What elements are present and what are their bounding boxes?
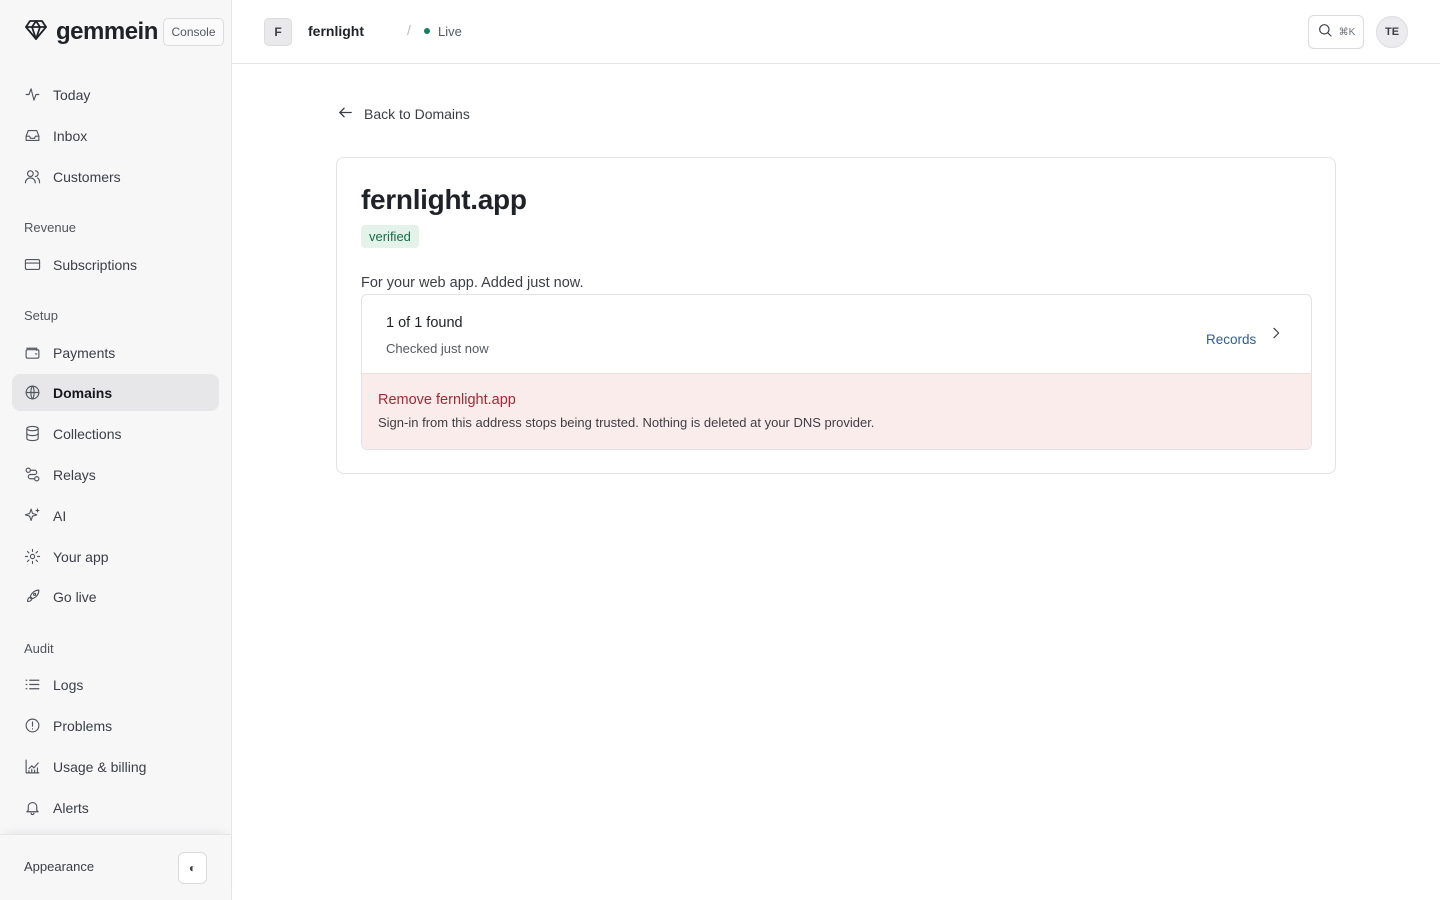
environment-status-dot: [424, 28, 430, 34]
globe-icon: [24, 384, 41, 401]
database-icon: [24, 425, 41, 442]
sidebar-item-label: Problems: [53, 717, 113, 734]
search-button[interactable]: ⌘K: [1308, 15, 1364, 49]
sidebar-item-today[interactable]: Today: [12, 76, 219, 113]
sidebar-item-label: Your app: [53, 548, 109, 565]
sidebar-item-your-app[interactable]: Your app: [12, 538, 219, 575]
section-label-setup: Setup: [24, 308, 58, 323]
sidebar-item-alerts[interactable]: Alerts: [12, 789, 219, 826]
list-icon: [24, 676, 41, 693]
sidebar-item-relays[interactable]: Relays: [12, 456, 219, 493]
arrow-left-icon: [337, 104, 364, 124]
gem-icon: [24, 18, 48, 47]
sidebar-footer: Appearance ◐: [0, 834, 231, 900]
brand-name: gemmein: [56, 18, 158, 45]
topbar: F fernlight / Live ⌘K TE: [232, 0, 1440, 64]
environment-label[interactable]: Live: [438, 24, 462, 39]
inbox-icon: [24, 127, 41, 144]
sidebar-item-domains[interactable]: Domains: [12, 374, 219, 411]
sidebar-item-label: Today: [53, 86, 91, 103]
page-title: fernlight.app: [361, 184, 527, 215]
section-label-revenue: Revenue: [24, 220, 77, 235]
sidebar-item-label: Relays: [53, 466, 96, 483]
alert-circle-icon: [24, 717, 41, 734]
remove-domain-description: Sign-in from this address stops being tr…: [378, 415, 875, 430]
user-avatar[interactable]: TE: [1376, 16, 1408, 48]
sidebar-item-label: Payments: [53, 344, 116, 361]
sparkles-icon: [24, 507, 41, 524]
records-link[interactable]: Records: [1206, 332, 1256, 347]
sidebar-item-usage-billing[interactable]: Usage & billing: [12, 748, 219, 785]
search-shortcut: ⌘K: [1338, 26, 1356, 38]
records-found-count: 1 of 1 found: [386, 315, 463, 331]
domain-card: fernlight.app verified For your web app.…: [336, 157, 1336, 474]
remove-domain-button[interactable]: Remove fernlight.app: [378, 392, 516, 408]
brand-logo[interactable]: gemmein: [24, 16, 158, 48]
credit-card-icon: [24, 256, 41, 273]
chart-icon: [24, 758, 41, 775]
wallet-icon: [24, 344, 41, 361]
sidebar-item-label: Customers: [53, 168, 121, 185]
sidebar-item-collections[interactable]: Collections: [12, 415, 219, 452]
users-icon: [24, 168, 41, 185]
sidebar-item-ai[interactable]: AI: [12, 497, 219, 534]
breadcrumb-separator: /: [407, 22, 411, 38]
console-badge[interactable]: Console: [163, 18, 224, 46]
sidebar-item-label: Collections: [53, 425, 122, 442]
sidebar-item-problems[interactable]: Problems: [12, 707, 219, 744]
sidebar-item-label: Inbox: [53, 127, 88, 144]
back-link-label: Back to Domains: [364, 106, 470, 122]
project-avatar[interactable]: F: [264, 18, 292, 46]
search-icon: [1317, 22, 1333, 43]
sidebar-item-label: Go live: [53, 588, 97, 605]
sidebar-item-label: Domains: [53, 384, 113, 401]
theme-toggle-icon[interactable]: ◐: [178, 852, 207, 884]
remove-domain-row: Remove fernlight.app Sign-in from this a…: [362, 373, 1311, 449]
sidebar-item-inbox[interactable]: Inbox: [12, 117, 219, 154]
sidebar-item-go-live[interactable]: Go live: [12, 578, 219, 615]
sidebar-item-label: AI: [53, 507, 67, 524]
sidebar-item-label: Logs: [53, 676, 84, 693]
gear-icon: [24, 548, 41, 565]
activity-icon: [24, 86, 41, 103]
domain-details-box: 1 of 1 found Checked just now Records Re…: [361, 294, 1312, 450]
project-switcher[interactable]: fernlight: [308, 23, 364, 39]
status-badge: verified: [361, 225, 419, 248]
sidebar-item-payments[interactable]: Payments: [12, 334, 219, 371]
sidebar-item-label: Subscriptions: [53, 256, 138, 273]
sidebar-item-customers[interactable]: Customers: [12, 158, 219, 195]
sidebar: gemmein Console Today Inbox Customers Re…: [0, 0, 232, 900]
records-row[interactable]: 1 of 1 found Checked just now Records: [362, 295, 1311, 373]
sidebar-item-logs[interactable]: Logs: [12, 666, 219, 703]
last-checked-text: Checked just now: [386, 341, 489, 356]
sidebar-item-label: Usage & billing: [53, 758, 147, 775]
bell-icon: [24, 799, 41, 816]
rocket-icon: [24, 588, 41, 605]
section-label-audit: Audit: [24, 641, 54, 656]
appearance-label: Appearance: [24, 859, 95, 874]
domain-description: For your web app. Added just now.: [361, 275, 584, 291]
chevron-right-icon: [1268, 325, 1284, 341]
sidebar-item-label: Alerts: [53, 799, 89, 816]
route-icon: [24, 466, 41, 483]
back-to-domains-link[interactable]: Back to Domains: [337, 104, 470, 124]
sidebar-item-subscriptions[interactable]: Subscriptions: [12, 246, 219, 283]
